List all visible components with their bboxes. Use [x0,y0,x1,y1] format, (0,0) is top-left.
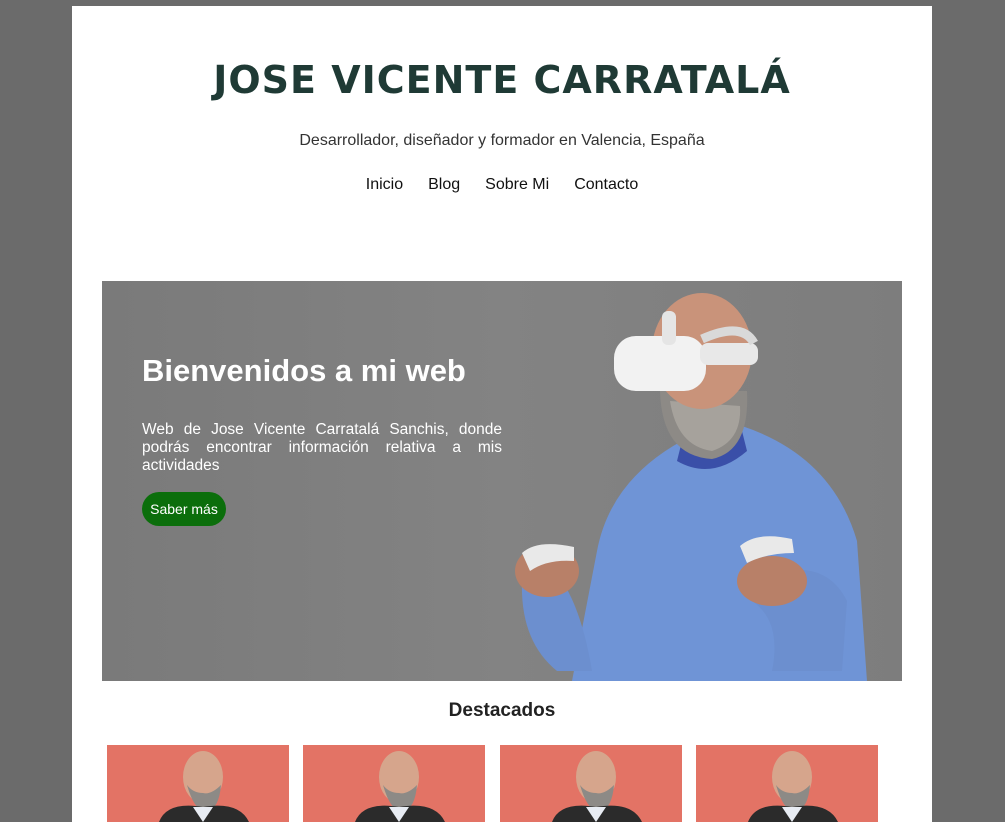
nav-link-blog[interactable]: Blog [428,176,460,193]
nav-item-sobre-mi: Sobre Mi [485,176,549,194]
featured-card-image [696,745,878,822]
featured-card[interactable] [500,745,682,822]
site-title[interactable]: JOSE VICENTE CARRATALÁ [72,58,932,102]
page-container: JOSE VICENTE CARRATALÁ Desarrollador, di… [72,6,932,822]
hero-text: Web de Jose Vicente Carratalá Sanchis, d… [142,421,502,474]
nav-item-contacto: Contacto [574,176,638,194]
main-nav: Inicio Blog Sobre Mi Contacto [72,176,932,194]
nav-link-sobre-mi[interactable]: Sobre Mi [485,176,549,193]
nav-item-inicio: Inicio [366,176,403,194]
featured-card[interactable] [303,745,485,822]
hero-photo-vr-man [515,293,867,681]
featured-cards [107,745,907,822]
featured-card[interactable] [696,745,878,822]
featured-card-image [303,745,485,822]
hero-title: Bienvenidos a mi web [142,353,466,388]
nav-link-inicio[interactable]: Inicio [366,176,403,193]
nav-item-blog: Blog [428,176,460,194]
featured-card[interactable] [107,745,289,822]
featured-heading: Destacados [448,700,556,721]
nav-link-contacto[interactable]: Contacto [574,176,638,193]
hero-banner: Bienvenidos a mi web Web de Jose Vicente… [102,281,902,681]
featured-card-image [107,745,289,822]
saber-mas-button[interactable]: Saber más [142,492,226,526]
site-tagline: Desarrollador, diseñador y formador en V… [299,132,705,149]
featured-card-image [500,745,682,822]
